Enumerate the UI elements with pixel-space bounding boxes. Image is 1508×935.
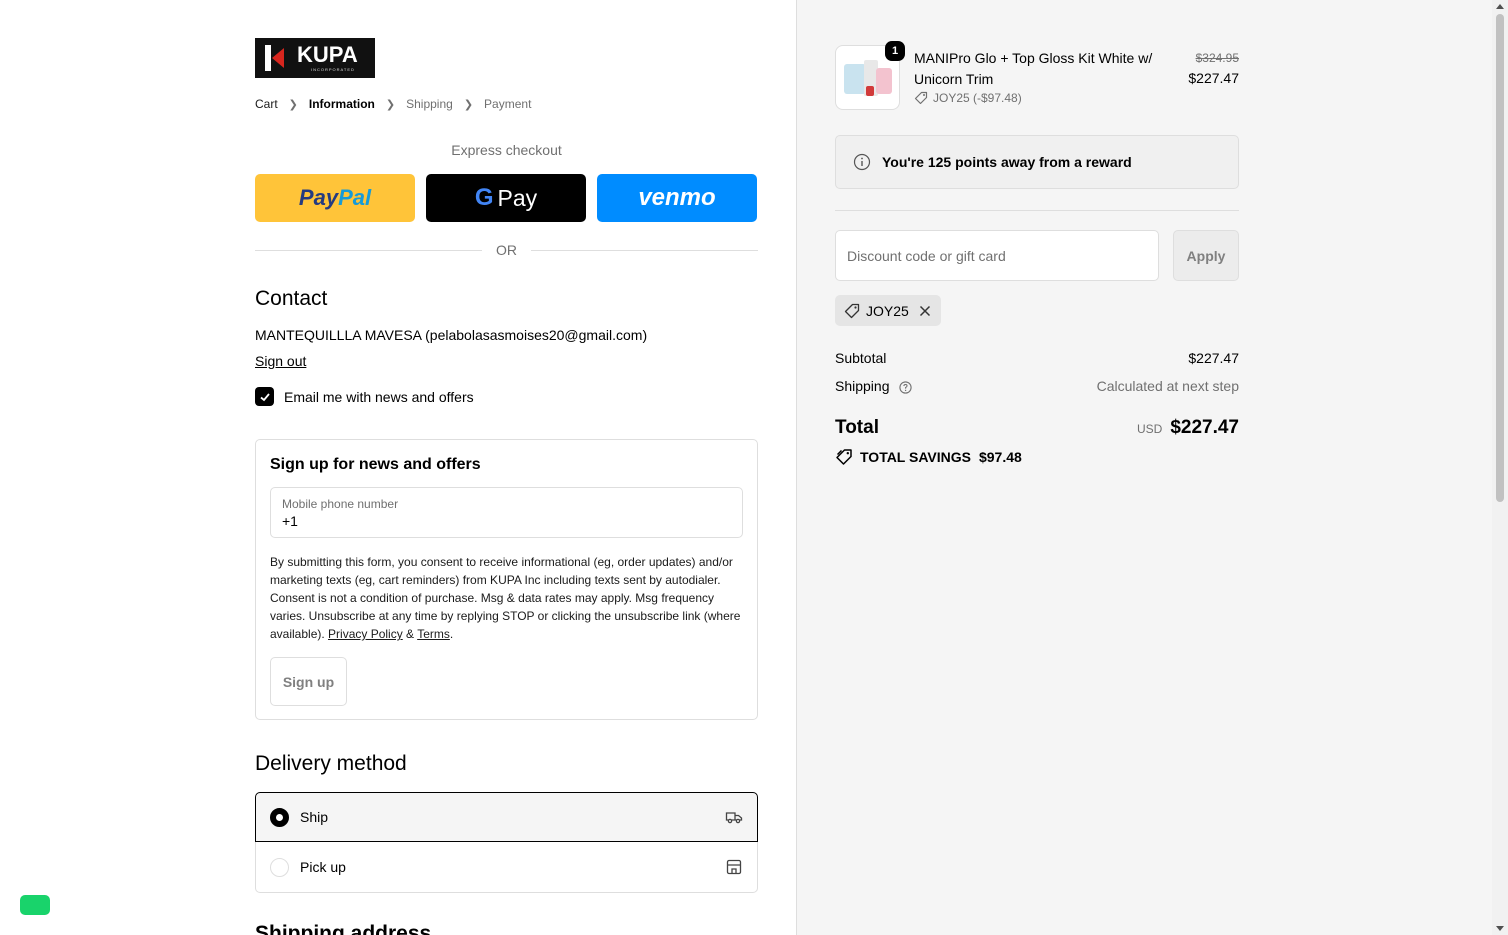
shipping-row: Shipping Calculated at next step <box>835 378 1239 394</box>
google-pay-label: Pay <box>497 184 538 211</box>
savings-label: TOTAL SAVINGS <box>860 449 971 465</box>
checkmark-icon <box>259 392 270 401</box>
discount-code-input[interactable]: Discount code or gift card <box>835 230 1159 281</box>
delivery-option-pickup[interactable]: Pick up <box>255 842 758 893</box>
product-original-price: $324.95 <box>1195 51 1239 65</box>
divider-line <box>255 249 482 251</box>
quantity-badge: 1 <box>885 41 905 61</box>
google-g-icon: G <box>474 184 494 211</box>
chevron-right-icon: ❯ <box>385 98 396 111</box>
total-row: Total USD $227.47 <box>835 417 1239 439</box>
sign-out-link[interactable]: Sign out <box>255 353 306 369</box>
checkout-main-panel: KUPA INCORPORATED Cart ❯ Information ❯ S… <box>0 0 797 935</box>
summary-divider <box>835 210 1239 211</box>
reward-text: You're 125 points away from a reward <box>882 154 1132 170</box>
paypal-button[interactable]: Pay Pal <box>255 174 415 222</box>
divider-line <box>531 249 758 251</box>
breadcrumb: Cart ❯ Information ❯ Shipping ❯ Payment <box>255 97 531 111</box>
tag-icon <box>844 303 860 318</box>
sms-signup-title: Sign up for news and offers <box>270 456 481 473</box>
mobile-phone-label: Mobile phone number <box>282 497 399 511</box>
mobile-phone-value: +1 <box>282 513 298 529</box>
kupa-logo-mark-icon <box>265 45 287 71</box>
logo-text: KUPA <box>297 42 358 67</box>
email-opt-in-checkbox[interactable] <box>255 387 274 406</box>
mobile-phone-field[interactable]: Mobile phone number +1 <box>270 487 743 538</box>
ship-radio[interactable] <box>270 807 289 827</box>
subtotal-row: Subtotal $227.47 <box>835 350 1239 366</box>
paypal-logo-part2: Pal <box>338 185 372 210</box>
page-scrollbar[interactable] <box>1492 0 1508 935</box>
breadcrumb-cart[interactable]: Cart <box>255 97 278 111</box>
delivery-method-heading: Delivery method <box>255 752 407 775</box>
total-label: Total <box>835 417 879 438</box>
total-currency: USD <box>1136 422 1163 436</box>
delivery-option-ship[interactable]: Ship <box>255 792 758 842</box>
paypal-logo-part1: Pay <box>298 185 339 210</box>
tag-icon <box>914 91 928 105</box>
reward-banner: You're 125 points away from a reward <box>835 135 1239 189</box>
product-discount: JOY25 (-$97.48) <box>914 91 1022 105</box>
consent-period: . <box>449 627 454 641</box>
savings-tag-icon <box>836 449 852 465</box>
total-value-wrap: USD $227.47 <box>1137 417 1239 439</box>
shipping-address-heading: Shipping address <box>255 922 432 935</box>
product-image-part <box>844 64 866 94</box>
total-savings: TOTAL SAVINGS $97.48 <box>835 448 1022 466</box>
shipping-value: Calculated at next step <box>1096 378 1239 394</box>
chevron-right-icon: ❯ <box>288 98 298 111</box>
contact-heading: Contact <box>255 287 328 310</box>
pickup-radio[interactable] <box>270 857 289 877</box>
applied-code: JOY25 <box>866 302 909 319</box>
info-icon <box>853 153 871 171</box>
applied-discount-chip: JOY25 <box>835 295 941 326</box>
help-icon[interactable] <box>899 381 913 394</box>
discount-code-placeholder: Discount code or gift card <box>847 247 1006 264</box>
scrollbar-thumb[interactable] <box>1496 14 1504 502</box>
product-price: $227.47 <box>1188 70 1239 86</box>
product-image-part <box>866 86 874 96</box>
breadcrumb-shipping: Shipping <box>406 97 453 111</box>
subtotal-value: $227.47 <box>1188 350 1239 366</box>
sms-signup-box: Sign up for news and offers Mobile phone… <box>255 439 758 720</box>
product-name: MANIPro Glo + Top Gloss Kit White w/ Uni… <box>914 50 1153 87</box>
close-icon[interactable] <box>918 304 932 318</box>
scroll-down-arrow-icon[interactable] <box>1496 926 1504 931</box>
google-pay-button[interactable]: G Pay <box>426 174 586 222</box>
sms-consent-text: By submitting this form, you consent to … <box>270 553 744 643</box>
product-image-part <box>876 68 892 94</box>
or-divider: OR <box>255 240 758 260</box>
email-opt-in-label: Email me with news and offers <box>284 388 474 405</box>
chat-widget-button[interactable] <box>20 895 50 915</box>
pickup-label: Pick up <box>300 859 346 875</box>
subtotal-label: Subtotal <box>835 350 887 366</box>
terms-link[interactable]: Terms <box>417 627 450 641</box>
breadcrumb-information: Information <box>308 97 375 111</box>
scroll-up-arrow-icon[interactable] <box>1496 4 1504 9</box>
logo-subtext: INCORPORATED <box>311 67 355 72</box>
privacy-policy-link[interactable]: Privacy Policy <box>328 627 403 641</box>
chevron-right-icon: ❯ <box>463 98 474 111</box>
savings-value: $97.48 <box>978 449 1022 465</box>
venmo-button[interactable]: venmo <box>597 174 757 222</box>
product-discount-label: JOY25 (-$97.48) <box>933 91 1022 105</box>
or-label: OR <box>496 242 517 258</box>
truck-icon <box>725 812 743 824</box>
shipping-label: Shipping <box>835 378 890 394</box>
kupa-logo[interactable]: KUPA INCORPORATED <box>255 38 375 78</box>
contact-account: MANTEQUILLLA MAVESA (pelabolasasmoises20… <box>255 327 648 343</box>
ship-label: Ship <box>300 809 329 825</box>
sms-signup-button[interactable]: Sign up <box>270 657 347 706</box>
total-value: $227.47 <box>1170 417 1239 438</box>
venmo-logo: venmo <box>638 184 716 211</box>
store-icon <box>726 859 742 875</box>
express-checkout-label: Express checkout <box>451 142 562 158</box>
email-opt-in[interactable]: Email me with news and offers <box>255 387 474 406</box>
apply-discount-button[interactable]: Apply <box>1173 230 1239 281</box>
breadcrumb-payment: Payment <box>484 97 532 111</box>
shipping-label-wrap: Shipping <box>835 378 913 394</box>
consent-amp: & <box>402 627 418 641</box>
